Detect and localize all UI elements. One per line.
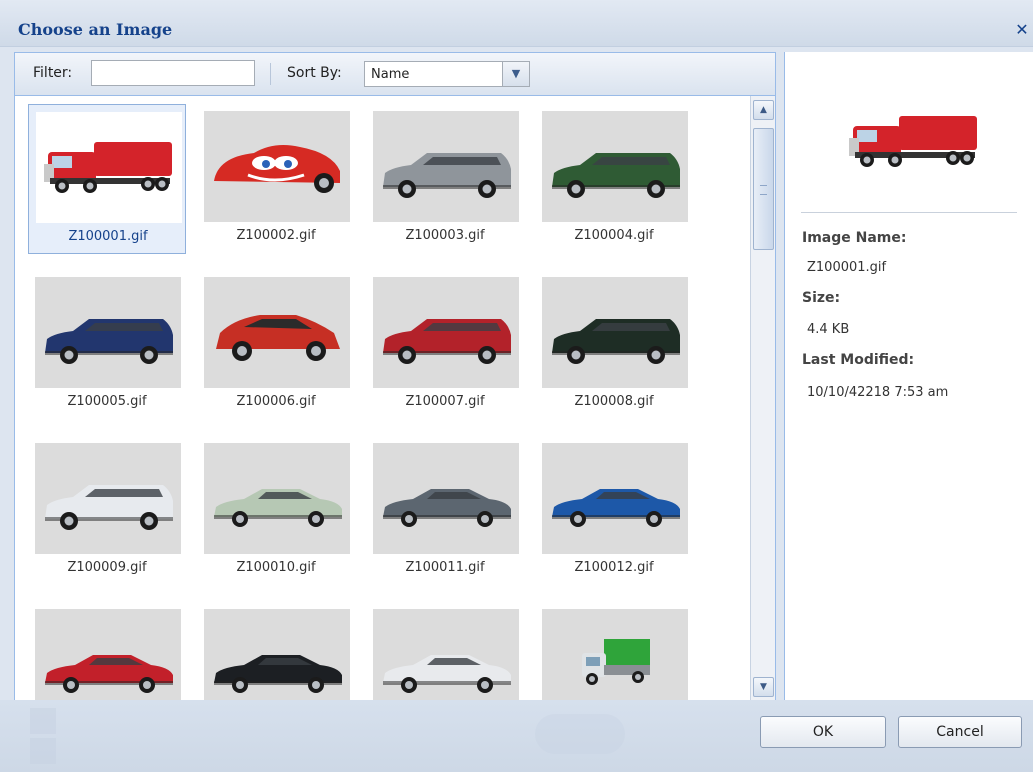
drag-ghost-car [535,714,625,754]
vehicle-image [552,489,680,527]
sort-by-value: Name [371,67,410,82]
image-thumbnail [204,443,350,554]
last-modified-label: Last Modified: [802,352,915,368]
image-browser-panel: Filter: Sort By: Name ▼ Z100001.gif Z100… [14,52,776,702]
vehicle-image [552,153,680,198]
image-tile[interactable]: Z100006.gif [197,270,355,420]
dialog-titlebar: Choose an Image ✕ [0,0,1033,47]
close-icon[interactable]: ✕ [1012,19,1032,41]
size-value: 4.4 KB [807,322,850,337]
image-grid: Z100001.gif Z100002.gif Z100003.gif Z100… [15,96,750,701]
scroll-up-icon[interactable]: ▲ [753,100,774,120]
image-filename: Z100003.gif [405,228,485,243]
image-thumbnail [542,609,688,701]
image-tile[interactable]: Z100001.gif [28,104,186,254]
image-tile[interactable]: Z100008.gif [535,270,693,420]
dialog-title: Choose an Image [18,20,173,39]
image-thumbnail [35,443,181,554]
vehicle-image [44,142,172,193]
vehicle-image [214,655,342,693]
image-thumbnail [35,609,181,701]
vehicle-image [582,639,650,685]
vehicle-image [214,145,340,193]
image-tile[interactable]: Z100011.gif [366,436,524,586]
image-filename: Z100004.gif [574,228,654,243]
image-thumbnail [373,277,519,388]
vehicle-image [214,489,342,527]
image-tile[interactable]: Z100009.gif [28,436,186,586]
sort-by-select[interactable]: Name ▼ [364,61,530,87]
vehicle-image [45,319,173,364]
image-filename: Z100012.gif [574,560,654,575]
image-thumbnail [373,111,519,222]
vehicle-image [383,655,511,693]
image-tile[interactable]: Z100004.gif [535,104,693,254]
image-tile[interactable] [28,602,186,701]
vehicle-image [45,485,173,530]
image-tile[interactable] [366,602,524,701]
image-filename: Z100001.gif [68,229,148,244]
image-tile[interactable]: Z100003.gif [366,104,524,254]
size-label: Size: [802,290,841,306]
vehicle-image [383,153,511,198]
sort-by-label: Sort By: [287,65,342,81]
drag-ghost-tile [30,708,56,734]
image-filename: Z100008.gif [574,394,654,409]
choose-image-dialog: Choose an Image ✕ Filter: Sort By: Name … [0,0,1033,772]
image-filename: Z100009.gif [67,560,147,575]
image-thumbnail [542,277,688,388]
image-details-panel: Image Name: Z100001.gif Size: 4.4 KB Las… [784,52,1033,700]
toolbar-separator [270,63,271,85]
preview-image [849,116,977,167]
image-thumbnail [373,443,519,554]
image-filename: Z100011.gif [405,560,485,575]
vehicle-image [383,489,511,527]
vehicle-image [383,319,511,364]
image-thumbnail [204,609,350,701]
image-thumbnail [373,609,519,701]
image-tile[interactable] [535,602,693,701]
image-tile[interactable]: Z100002.gif [197,104,355,254]
filter-input[interactable] [91,60,255,86]
image-thumbnail [36,112,182,223]
scrollbar-thumb[interactable] [753,128,774,250]
details-divider [801,212,1017,213]
image-filename: Z100002.gif [236,228,316,243]
image-filename: Z100005.gif [67,394,147,409]
drag-ghost-tile [30,738,56,764]
vehicle-image [552,319,680,364]
image-thumbnail [35,277,181,388]
image-thumbnail [542,443,688,554]
filter-label: Filter: [33,65,73,81]
image-tile[interactable]: Z100007.gif [366,270,524,420]
image-filename: Z100010.gif [236,560,316,575]
image-filename: Z100007.gif [405,394,485,409]
image-name-value: Z100001.gif [807,260,887,275]
image-name-label: Image Name: [802,230,907,246]
image-tile[interactable]: Z100012.gif [535,436,693,586]
grid-scrollbar[interactable]: ▲ ▼ [750,96,775,701]
vehicle-image [45,655,173,693]
scroll-down-icon[interactable]: ▼ [753,677,774,697]
image-thumbnail [204,111,350,222]
chevron-down-icon[interactable]: ▼ [502,62,529,86]
grip-icon [760,185,767,195]
image-thumbnail [204,277,350,388]
image-filename: Z100006.gif [236,394,316,409]
last-modified-value: 10/10/42218 7:53 am [807,385,949,400]
cancel-button[interactable]: Cancel [898,716,1022,748]
vehicle-image [216,315,340,361]
ok-button[interactable]: OK [760,716,886,748]
browser-toolbar: Filter: Sort By: Name ▼ [15,53,775,96]
image-tile[interactable]: Z100005.gif [28,270,186,420]
image-tile[interactable] [197,602,355,701]
image-tile[interactable]: Z100010.gif [197,436,355,586]
image-thumbnail [542,111,688,222]
